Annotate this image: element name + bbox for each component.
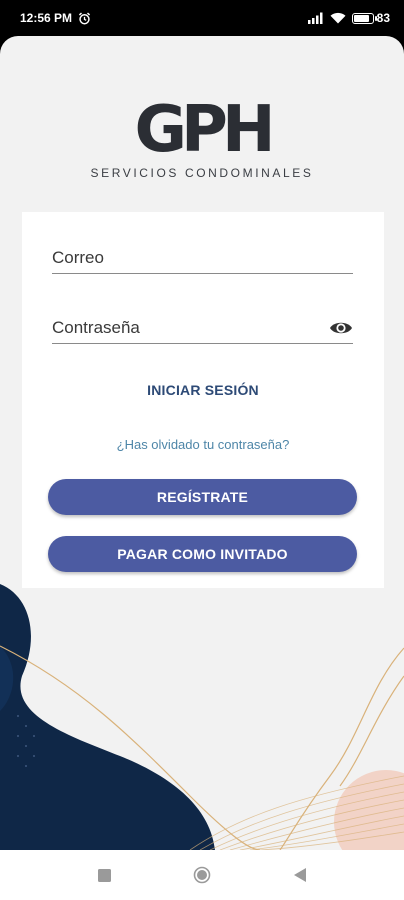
brand-logo: GPH SERVICIOS CONDOMINALES bbox=[0, 98, 404, 180]
navigation-bar bbox=[0, 850, 404, 900]
password-field bbox=[52, 314, 353, 344]
login-button[interactable]: INICIAR SESIÓN bbox=[22, 382, 384, 398]
battery-icon: 83 bbox=[351, 11, 390, 25]
email-input[interactable] bbox=[52, 244, 353, 272]
register-button[interactable]: REGÍSTRATE bbox=[48, 479, 357, 515]
eye-icon[interactable] bbox=[329, 318, 353, 338]
status-left: 12:56 PM bbox=[20, 11, 91, 25]
signal-icon bbox=[307, 12, 323, 24]
logo-tagline: SERVICIOS CONDOMINALES bbox=[90, 166, 314, 180]
battery-percent: 83 bbox=[376, 11, 390, 25]
wifi-icon bbox=[330, 12, 346, 24]
alarm-icon bbox=[78, 12, 91, 24]
battery-tip bbox=[374, 15, 377, 21]
status-right: 83 bbox=[307, 11, 390, 25]
app-screen: GPH SERVICIOS CONDOMINALES INICIAR SESIÓ… bbox=[0, 36, 404, 850]
login-card: INICIAR SESIÓN ¿Has olvidado tu contrase… bbox=[22, 212, 384, 588]
logo-mark: GPH bbox=[134, 93, 276, 167]
battery-fill bbox=[353, 14, 369, 22]
clock: 12:56 PM bbox=[20, 11, 73, 25]
recents-icon[interactable] bbox=[95, 866, 113, 884]
back-icon[interactable] bbox=[291, 866, 309, 884]
home-icon[interactable] bbox=[193, 866, 211, 884]
pay-as-guest-button[interactable]: PAGAR COMO INVITADO bbox=[48, 536, 357, 572]
forgot-password-link[interactable]: ¿Has olvidado tu contraseña? bbox=[22, 437, 384, 452]
battery-body bbox=[351, 12, 377, 24]
password-input[interactable] bbox=[52, 314, 353, 342]
status-bar: 12:56 PM 83 bbox=[0, 0, 404, 36]
email-field bbox=[52, 244, 353, 274]
